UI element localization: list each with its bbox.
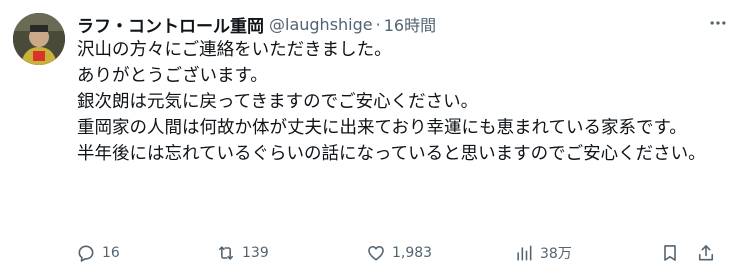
views-icon — [514, 243, 534, 263]
bookmark-icon — [660, 243, 680, 263]
tweet-text-line: 重岡家の人間は何故か体が丈夫に出来ており幸運にも恵まれている家系です。 — [77, 118, 687, 138]
like-count: 1,983 — [392, 245, 433, 261]
tweet-text-line: ありがとうございます。 — [77, 66, 268, 86]
tweet-text-line: 半年後には忘れているぐらいの話になっていると思いますのでご安心ください。 — [77, 144, 706, 164]
tweet-text-line: 銀次朗は元気に戻ってきますのでご安心ください。 — [77, 92, 479, 112]
user-handle[interactable]: @laughshige — [269, 15, 373, 34]
share-button[interactable] — [696, 236, 716, 270]
reply-count: 16 — [102, 245, 120, 261]
more-icon — [708, 13, 728, 37]
reply-icon — [76, 243, 96, 263]
bookmark-button[interactable] — [660, 236, 680, 270]
display-name[interactable]: ラフ・コントロール重岡 — [77, 12, 264, 37]
tweet: ラフ・コントロール重岡 @laughshige · 16時間 沢山の方々にご連絡… — [0, 0, 743, 280]
retweet-button[interactable]: 139 — [216, 236, 269, 270]
action-bar: 16 139 1,983 38万 — [68, 236, 728, 270]
heart-icon — [366, 243, 386, 263]
share-icon — [696, 243, 716, 263]
like-button[interactable]: 1,983 — [366, 236, 432, 270]
timestamp[interactable]: 16時間 — [384, 12, 436, 36]
avatar[interactable] — [13, 13, 65, 65]
reply-button[interactable]: 16 — [76, 236, 120, 270]
tweet-text: 沢山の方々にご連絡をいただきました。 ありがとうございます。 銀次朗は元気に戻っ… — [77, 37, 729, 167]
tweet-header: ラフ・コントロール重岡 @laughshige · 16時間 — [77, 12, 436, 37]
view-count: 38万 — [540, 246, 572, 262]
tweet-text-line: 沢山の方々にご連絡をいただきました。 — [77, 40, 392, 60]
views-button[interactable]: 38万 — [514, 236, 572, 270]
retweet-icon — [216, 243, 236, 263]
retweet-count: 139 — [242, 245, 269, 261]
more-button[interactable] — [703, 10, 733, 40]
separator-dot: · — [375, 14, 381, 34]
